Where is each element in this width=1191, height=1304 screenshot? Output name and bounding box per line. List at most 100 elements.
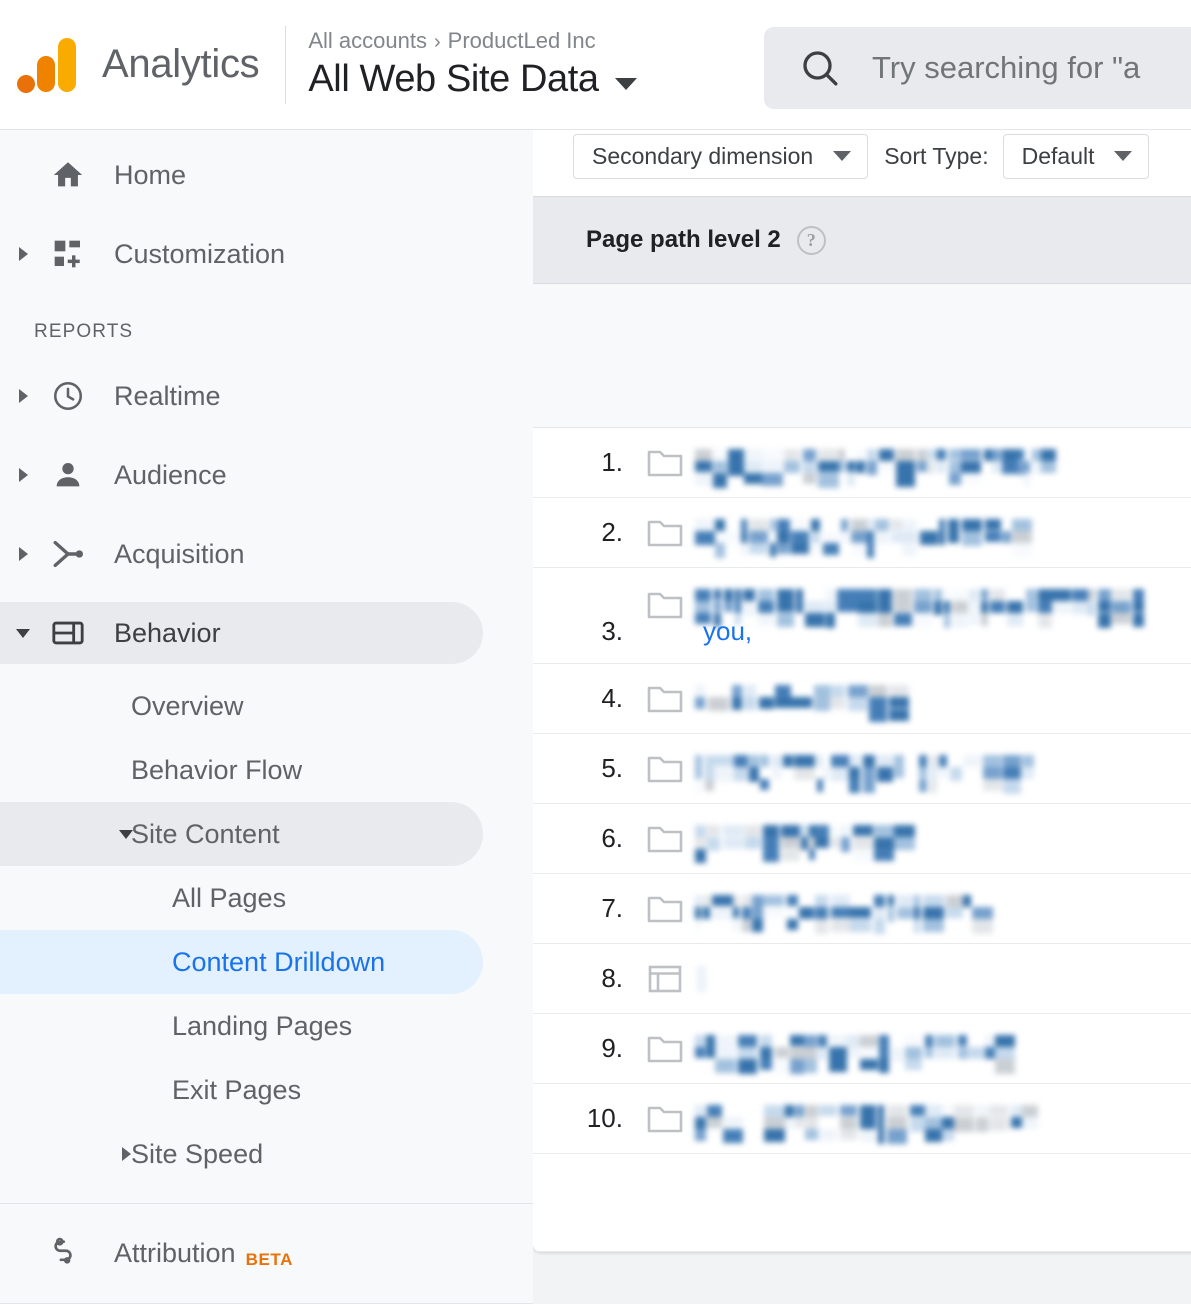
sidebar-item-attribution[interactable]: Attribution BETA	[0, 1222, 533, 1284]
analytics-logo-link[interactable]: Analytics	[0, 0, 260, 129]
breadcrumb-separator: ›	[433, 30, 441, 53]
redacted-value	[695, 892, 993, 934]
sidebar-section-reports: REPORTS	[34, 321, 134, 342]
analytics-app: Analytics All accounts › ProductLed Inc Al…	[0, 0, 1191, 1304]
sidebar-item-realtime[interactable]: Realtime	[0, 365, 533, 427]
table-row[interactable]: 2.	[533, 498, 1191, 568]
chevron-right-icon[interactable]	[6, 389, 40, 403]
row-index: 8.	[601, 963, 623, 993]
row-index: 4.	[601, 683, 623, 713]
redacted-value	[695, 822, 915, 863]
row-partial-text[interactable]: you,	[703, 616, 752, 647]
sidebar: Home Customization REPORTS Realtime Audi…	[0, 130, 533, 1304]
table-column-header[interactable]: Page path level 2 ?	[533, 196, 1191, 284]
row-index: 9.	[601, 1033, 623, 1063]
redacted-value	[695, 962, 706, 996]
table-row[interactable]: 6.	[533, 804, 1191, 874]
table-row[interactable]: 1.	[533, 428, 1191, 498]
breadcrumb-property[interactable]: ProductLed Inc	[448, 28, 596, 53]
sidebar-item-label: Acquisition	[114, 538, 245, 569]
row-index: 7.	[601, 893, 623, 923]
table-row[interactable]: 3. you,	[533, 568, 1191, 664]
sidebar-item-label: Overview	[131, 690, 244, 721]
breadcrumb: All accounts › ProductLed Inc	[308, 28, 636, 54]
row-page-path[interactable]	[695, 510, 1191, 558]
chevron-right-icon[interactable]	[6, 547, 40, 561]
row-index: 6.	[601, 823, 623, 853]
row-page-path[interactable]	[695, 886, 1191, 934]
folder-icon	[635, 448, 695, 478]
table-row[interactable]: 4.	[533, 664, 1191, 734]
table-row[interactable]: 9.	[533, 1014, 1191, 1084]
secondary-dimension-button[interactable]: Secondary dimension	[573, 133, 869, 179]
folder-icon	[635, 824, 695, 854]
sidebar-item-all-pages[interactable]: All Pages	[0, 866, 533, 930]
sidebar-item-label: Audience	[114, 459, 227, 490]
report-card: Secondary dimension Sort Type: Default P…	[533, 130, 1191, 1252]
view-selector[interactable]: All Web Site Data	[308, 58, 637, 101]
sidebar-item-landing-pages[interactable]: Landing Pages	[0, 994, 533, 1058]
sidebar-item-label: All Pages	[172, 882, 287, 913]
row-index: 10.	[586, 1103, 623, 1133]
chevron-right-icon[interactable]	[6, 468, 40, 482]
chevron-down-icon	[614, 77, 637, 90]
account-block: All accounts › ProductLed Inc All Web Site…	[308, 28, 637, 101]
folder-icon	[635, 684, 695, 714]
search-input[interactable]: Try searching for "a	[764, 27, 1191, 109]
sidebar-item-customization[interactable]: Customization	[0, 223, 533, 285]
row-page-path[interactable]	[695, 1096, 1191, 1144]
row-page-path[interactable]	[695, 956, 1191, 1002]
secondary-dimension-label: Secondary dimension	[592, 142, 814, 169]
chevron-down-icon[interactable]	[6, 628, 40, 638]
sidebar-item-overview[interactable]: Overview	[0, 674, 533, 738]
sidebar-item-label: Behavior Flow	[131, 754, 303, 785]
row-page-path[interactable]	[695, 746, 1191, 794]
home-icon	[46, 158, 90, 192]
chevron-down-icon	[833, 151, 852, 161]
sidebar-item-content-drilldown[interactable]: Content Drilldown	[0, 930, 533, 994]
sidebar-item-label: Site Speed	[131, 1138, 264, 1169]
redacted-value	[695, 516, 1032, 558]
chevron-down-icon	[1114, 151, 1133, 161]
sort-type-button[interactable]: Default	[1002, 133, 1150, 179]
sidebar-item-label: Attribution	[114, 1237, 236, 1268]
row-page-path[interactable]: you,	[695, 580, 1191, 646]
sidebar-item-home[interactable]: Home	[0, 144, 533, 206]
acquisition-icon	[46, 537, 90, 571]
help-icon[interactable]: ?	[796, 225, 826, 255]
row-page-path[interactable]	[695, 676, 1191, 724]
sidebar-item-behavior[interactable]: Behavior	[0, 602, 533, 664]
sidebar-item-label: Customization	[114, 238, 286, 269]
table-metrics-gap	[533, 284, 1191, 428]
clock-icon	[46, 379, 90, 413]
row-page-path[interactable]	[695, 816, 1191, 863]
sidebar-item-exit-pages[interactable]: Exit Pages	[0, 1058, 533, 1122]
sidebar-item-behavior-flow[interactable]: Behavior Flow	[0, 738, 533, 802]
sidebar-item-label: Behavior	[114, 617, 221, 648]
sidebar-item-label: Landing Pages	[172, 1010, 353, 1041]
row-page-path[interactable]	[695, 1026, 1191, 1074]
table-row[interactable]: 5.	[533, 734, 1191, 804]
table-body: 1. 2. 3. you, 4. 5. 6. 7. 8. 9. 10.	[533, 428, 1191, 1154]
row-page-path[interactable]	[695, 440, 1191, 488]
folder-icon	[635, 1104, 695, 1134]
folder-icon	[635, 894, 695, 924]
sidebar-item-acquisition[interactable]: Acquisition	[0, 523, 533, 585]
table-row[interactable]: 7.	[533, 874, 1191, 944]
table-row[interactable]: 8.	[533, 944, 1191, 1014]
chevron-right-icon[interactable]	[6, 247, 40, 261]
sidebar-item-label: Exit Pages	[172, 1074, 302, 1105]
sort-type-value: Default	[1021, 142, 1095, 169]
card-bottom-divider	[533, 1251, 1191, 1252]
sidebar-item-site-speed[interactable]: Site Speed	[0, 1122, 533, 1186]
sidebar-item-label: Home	[114, 159, 187, 190]
sidebar-item-audience[interactable]: Audience	[0, 444, 533, 506]
breadcrumb-account[interactable]: All accounts	[308, 28, 427, 53]
sidebar-item-label: Site Content	[131, 818, 280, 849]
redacted-value	[695, 446, 1057, 488]
sidebar-item-site-content[interactable]: Site Content	[0, 802, 533, 866]
row-index: 3.	[601, 616, 623, 646]
sidebar-item-label: Content Drilldown	[172, 946, 386, 977]
customization-icon	[46, 238, 90, 270]
table-row[interactable]: 10.	[533, 1084, 1191, 1154]
